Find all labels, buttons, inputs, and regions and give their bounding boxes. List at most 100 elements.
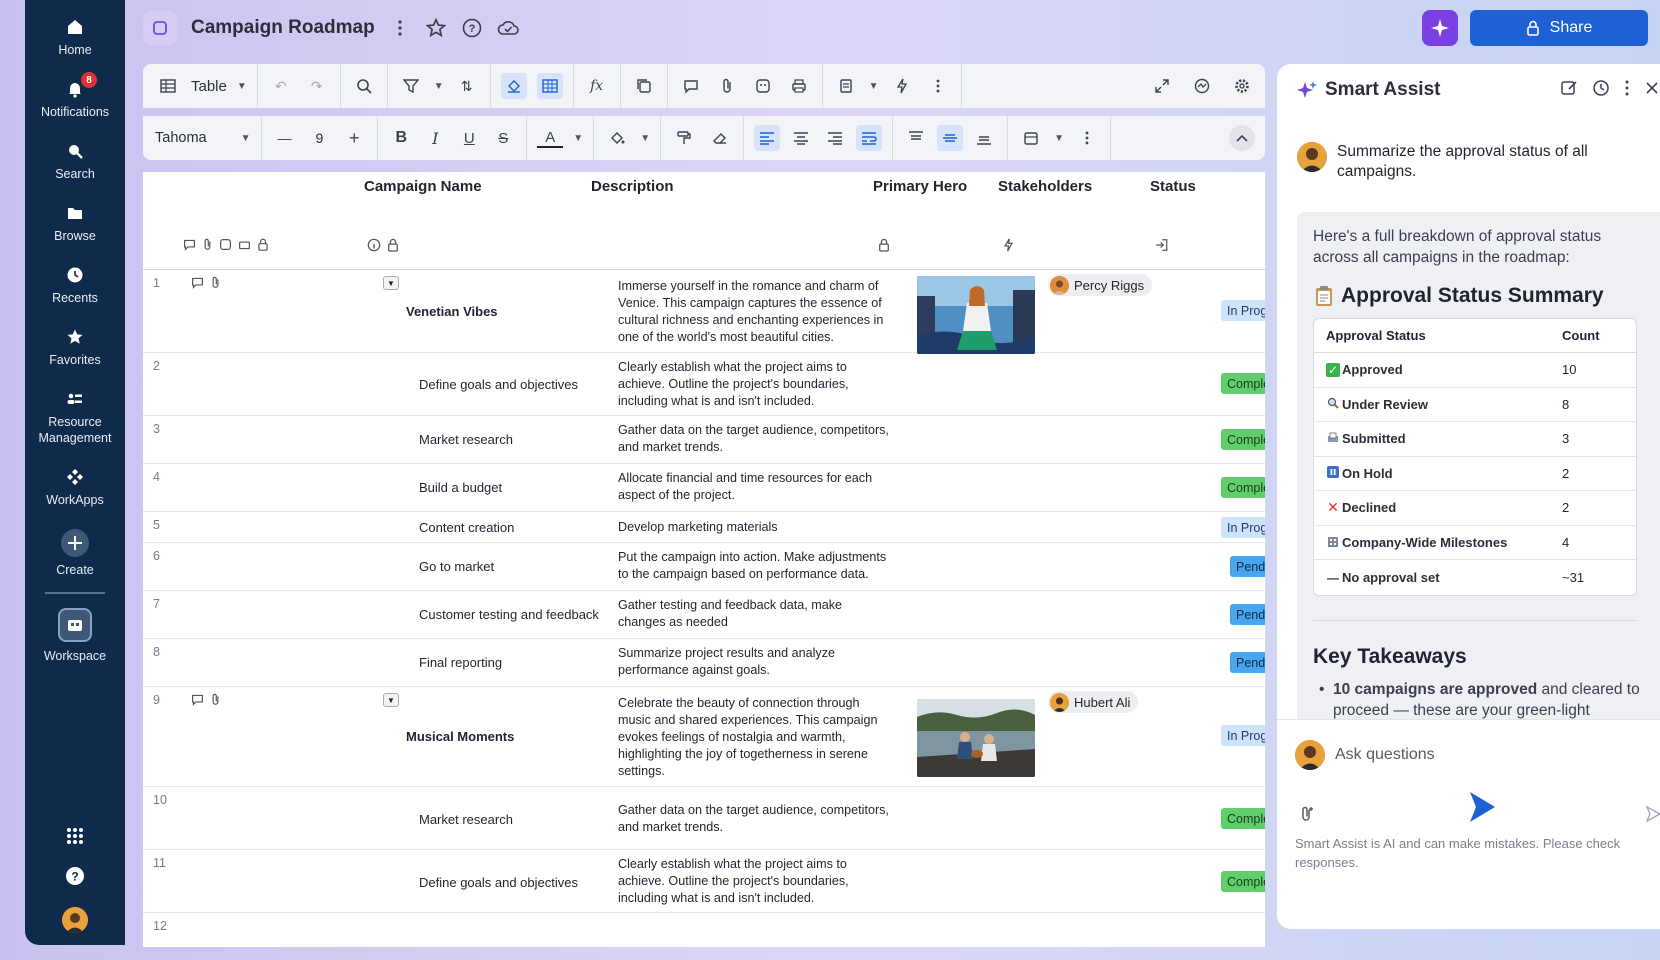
description-cell[interactable]: Develop marketing materials [618,519,893,536]
table-row[interactable]: 8 Final reporting Summarize project resu… [143,639,1265,687]
format-painter-icon[interactable] [500,73,527,99]
table-row[interactable]: 9 ▼ Musical Moments Celebrate the beauty… [143,687,1265,787]
wrap-text-icon[interactable] [856,125,883,151]
description-cell[interactable]: Gather data on the target audience, comp… [618,422,893,456]
formula-icon[interactable]: fx [584,73,610,99]
align-center-icon[interactable] [788,125,814,151]
table-row[interactable]: 7 Customer testing and feedback Gather t… [143,591,1265,639]
app-launcher-icon[interactable] [66,827,84,848]
decrease-size-icon[interactable]: — [272,125,298,151]
description-cell[interactable]: Put the campaign into action. Make adjus… [618,549,893,583]
description-cell[interactable]: Gather data on the target audience, comp… [618,802,893,836]
font-family-select[interactable]: Tahoma ▼ [143,116,262,160]
fill-color-chevron-icon[interactable]: ▼ [640,133,650,144]
more-format-icon[interactable] [1074,125,1100,151]
align-bottom-icon[interactable] [971,125,997,151]
close-icon[interactable] [1644,79,1660,97]
status-pill[interactable]: Complete [1221,429,1265,450]
status-pill[interactable]: Complete [1221,871,1265,892]
align-left-icon[interactable] [754,125,781,151]
cloud-saved-icon[interactable] [497,17,519,39]
send-icon[interactable] [1645,805,1660,825]
forms-chevron-icon[interactable]: ▼ [869,81,879,92]
description-cell[interactable]: Clearly establish what the project aims … [618,359,893,410]
redo-icon[interactable]: ↷ [304,73,330,99]
comment-icon[interactable] [678,73,704,99]
column-header-stakeholders[interactable]: Stakeholders [998,178,1092,195]
column-header-description[interactable]: Description [591,178,674,195]
settings-gear-icon[interactable] [1229,73,1255,99]
align-right-icon[interactable] [822,125,848,151]
lightning-icon[interactable] [889,73,915,99]
nav-create[interactable]: Create [25,512,125,584]
description-cell[interactable]: Celebrate the beauty of connection throu… [618,695,893,780]
column-header-campaign-name[interactable]: Campaign Name [364,178,482,195]
view-switcher[interactable]: Table ▼ [143,64,258,108]
bold-icon[interactable]: B [388,125,414,151]
status-pill[interactable]: Complete [1221,373,1265,394]
table-row[interactable]: 1 ▼ Venetian Vibes Immerse yourself in t… [143,270,1265,354]
status-pill[interactable]: Complete [1221,808,1265,829]
expand-icon[interactable] [1149,73,1175,99]
copy-icon[interactable] [631,73,657,99]
more-toolbar-icon[interactable] [925,73,951,99]
nav-workapps[interactable]: WorkApps [25,450,125,512]
campaign-name-cell[interactable]: Final reporting [419,655,502,670]
share-button[interactable]: Share [1470,10,1648,46]
nav-home[interactable]: Home [25,0,125,62]
collapse-toolbar-icon[interactable] [1229,125,1255,151]
campaign-name-cell[interactable]: Define goals and objectives [419,377,578,392]
status-pill[interactable]: In Progress [1221,517,1265,538]
table-row[interactable]: 2 Define goals and objectives Clearly es… [143,353,1265,416]
font-size-value[interactable]: 9 [316,130,324,146]
sheet-title[interactable]: Campaign Roadmap [191,17,375,39]
stakeholder-chip[interactable]: Hubert Ali [1048,691,1139,713]
table-row[interactable]: 11 Define goals and objectives Clearly e… [143,850,1265,913]
nav-workspace[interactable]: Workspace [25,604,125,674]
search-icon[interactable] [351,73,377,99]
nav-favorites[interactable]: Favorites [25,310,125,372]
history-icon[interactable] [1592,79,1610,97]
campaign-name-cell[interactable]: Venetian Vibes [406,304,498,319]
description-cell[interactable]: Summarize project results and analyze pe… [618,645,893,679]
print-icon[interactable] [786,73,812,99]
collapse-toggle[interactable]: ▼ [383,276,399,290]
status-pill[interactable]: In Progress [1221,725,1265,746]
more-vertical-icon[interactable] [389,17,411,39]
campaign-name-cell[interactable]: Customer testing and feedback [419,607,599,622]
hero-image-venice[interactable] [917,276,1035,354]
description-cell[interactable]: Clearly establish what the project aims … [618,856,893,907]
nav-search[interactable]: Search [25,124,125,186]
nav-resource-management[interactable]: Resource Management [25,372,125,450]
undo-icon[interactable]: ↶ [268,73,294,99]
campaign-name-cell[interactable]: Define goals and objectives [419,875,578,890]
table-row[interactable]: 3 Market research Gather data on the tar… [143,416,1265,464]
calendar-format-icon[interactable] [1018,125,1044,151]
hero-image-musical[interactable] [917,699,1035,777]
strikethrough-icon[interactable]: S [490,125,516,151]
more-options-icon[interactable] [1624,79,1630,97]
collapse-toggle[interactable]: ▼ [383,693,399,707]
grid-lines-icon[interactable] [536,73,563,99]
table-row[interactable]: 6 Go to market Put the campaign into act… [143,543,1265,591]
activity-icon[interactable] [1189,73,1215,99]
campaign-name-cell[interactable]: Market research [419,812,513,827]
status-pill[interactable]: Pending [1230,604,1265,625]
status-pill[interactable]: Complete [1221,477,1265,498]
campaign-name-cell[interactable]: Build a budget [419,480,502,495]
table-row[interactable]: 10 Market research Gather data on the ta… [143,787,1265,850]
eraser-icon[interactable] [707,125,733,151]
table-row[interactable]: 5 Content creation Develop marketing mat… [143,512,1265,543]
proofs-icon[interactable] [750,73,776,99]
paint-roller-icon[interactable] [671,125,697,151]
text-color-icon[interactable]: A [537,128,564,148]
campaign-name-cell[interactable]: Go to market [419,559,494,574]
status-pill[interactable]: In Progress [1221,300,1265,321]
ask-input[interactable]: Ask questions [1295,740,1435,770]
description-cell[interactable]: Gather testing and feedback data, make c… [618,597,893,631]
underline-icon[interactable]: U [456,125,482,151]
nav-browse[interactable]: Browse [25,186,125,248]
user-avatar[interactable] [62,907,88,933]
ai-sparkle-button[interactable] [1422,10,1458,46]
nav-recents[interactable]: Recents [25,248,125,310]
